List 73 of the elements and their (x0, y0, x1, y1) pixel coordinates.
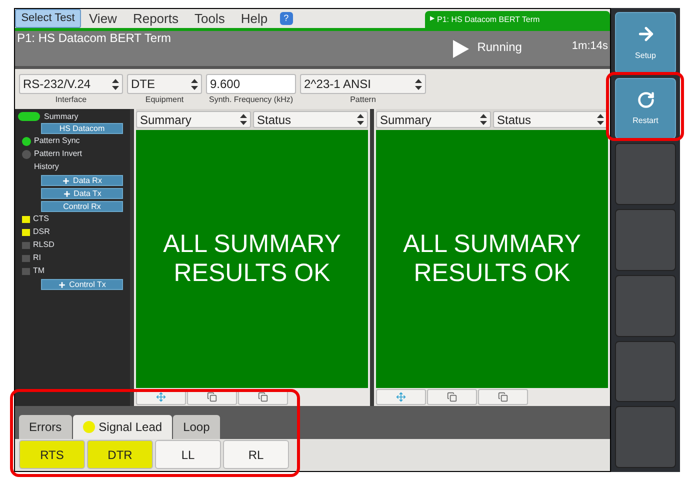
menu-item[interactable]: Select Test (15, 9, 81, 28)
spinner-icon (240, 114, 247, 125)
group-header[interactable]: HS Datacom (41, 123, 123, 134)
signal-button[interactable]: RTS (19, 440, 85, 469)
move-icon (396, 392, 406, 402)
frequency-field[interactable]: 9.600 (206, 74, 296, 94)
spinner-icon (480, 114, 487, 125)
test-title: P1: HS Datacom BERT Term (17, 32, 172, 47)
signal-button[interactable]: RL (223, 440, 289, 469)
blank-button[interactable] (615, 340, 676, 402)
spinner-icon (191, 78, 198, 90)
expand-icon (62, 176, 70, 184)
expand-icon (58, 280, 66, 288)
tree-item[interactable]: Summary (44, 112, 78, 120)
tree-item[interactable]: Pattern Sync (34, 137, 80, 145)
field-label: Interface (55, 96, 87, 104)
tree-item[interactable]: RLSD (33, 241, 54, 249)
results-message: ALL SUMMARY RESULTS OK (402, 230, 582, 288)
bottom-tab[interactable]: Signal Lead (72, 415, 172, 439)
blank-button[interactable] (615, 274, 676, 337)
field-label: Synth. Frequency (kHz) (208, 96, 294, 104)
copy-icon (207, 392, 217, 402)
tree-item[interactable]: CTS (33, 215, 49, 223)
menu-item[interactable]: Tools (186, 9, 233, 28)
copy-icon (258, 392, 268, 402)
field-label: Equipment (145, 96, 184, 104)
spinner-icon (112, 78, 119, 90)
help-icon[interactable]: ? (280, 12, 293, 25)
view-select[interactable]: Status (493, 111, 608, 128)
setting-select[interactable]: DTE (127, 74, 202, 94)
blank-button[interactable] (615, 209, 676, 271)
spinner-icon (415, 78, 422, 90)
group-header[interactable]: Control Rx (41, 201, 123, 212)
view-select[interactable]: Status (253, 111, 368, 128)
setting-select[interactable]: RS-232/V.24 (19, 74, 123, 94)
elapsed-time: 1m:14s (572, 41, 608, 54)
group-header[interactable]: Data Tx (41, 188, 123, 199)
setting-select[interactable]: 2^23-1 ANSI (300, 74, 426, 94)
signal-button[interactable]: DTR (87, 440, 153, 469)
tree-item[interactable]: TM (33, 267, 45, 275)
copy-button[interactable] (478, 389, 528, 405)
tree-item[interactable]: Pattern Invert (34, 150, 82, 158)
restart-button[interactable]: Restart (615, 78, 676, 140)
move-icon (156, 392, 166, 402)
blank-button[interactable] (615, 406, 676, 468)
spinner-icon (597, 114, 604, 125)
spinner-icon (357, 114, 364, 125)
view-select[interactable]: Summary (136, 111, 251, 128)
group-header[interactable]: Data Rx (41, 175, 123, 186)
tree-item[interactable]: DSR (33, 228, 50, 236)
play-icon (453, 40, 470, 58)
signal-button[interactable]: LL (155, 440, 221, 469)
copy-icon (498, 392, 508, 402)
bottom-tab[interactable]: Loop (173, 415, 220, 439)
copy-button[interactable] (427, 389, 477, 405)
tree-item[interactable]: RI (33, 254, 41, 262)
setup-button[interactable]: Setup (615, 12, 676, 74)
bottom-tab[interactable]: Errors (19, 415, 72, 439)
results-message: ALL SUMMARY RESULTS OK (162, 230, 342, 288)
menu-item[interactable]: View (81, 9, 125, 28)
view-select[interactable]: Summary (376, 111, 491, 128)
menu-item[interactable]: Reports (124, 9, 186, 28)
blank-button[interactable] (615, 143, 676, 206)
menu-item[interactable]: Help (232, 9, 276, 28)
tree-item[interactable]: History (34, 163, 59, 171)
test-tab-label: P1: HS Datacom BERT Term (437, 14, 540, 26)
group-header[interactable]: Control Tx (41, 279, 123, 290)
restart-icon (636, 90, 654, 109)
expand-icon (62, 190, 71, 198)
copy-icon (447, 392, 457, 402)
field-label: Pattern (350, 96, 376, 104)
move-button[interactable] (376, 389, 426, 405)
run-status: Running (477, 41, 522, 56)
